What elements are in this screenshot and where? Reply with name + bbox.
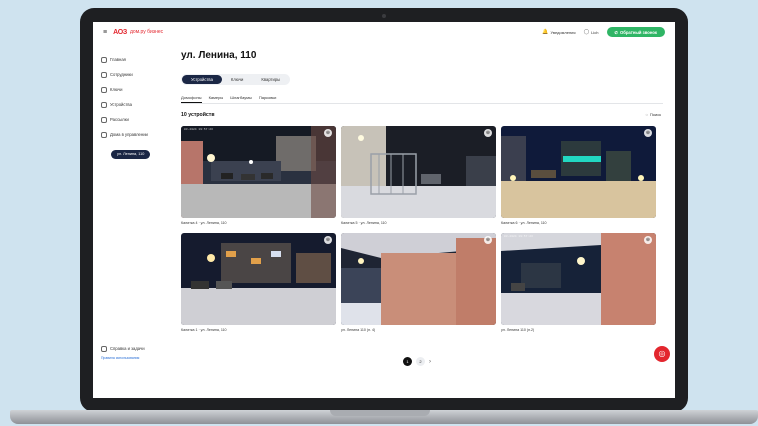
chevron-right-icon[interactable]: ›: [429, 359, 431, 365]
search-label: Поиск: [649, 112, 661, 117]
help-icon: [101, 345, 107, 352]
lock-icon[interactable]: ⊕: [644, 129, 652, 137]
camera-image: [341, 126, 496, 218]
callback-button[interactable]: ✆ Обратный звонок: [606, 27, 665, 37]
sidebar-item-label: Ключи: [110, 87, 123, 92]
search-icon: ◌: [645, 112, 648, 117]
camera-preview[interactable]: ⊕: [181, 233, 336, 325]
page-title: ул. Ленина, 110: [181, 50, 257, 61]
camera-preview[interactable]: 03-2024 19:57:23 ⊕: [501, 233, 656, 325]
user-menu[interactable]: ◯ Lich: [584, 29, 599, 35]
camera-label: ул. Ленина 110 (п. 4): [341, 328, 376, 332]
sidebar-item-label: Главная: [110, 57, 126, 62]
user-label: Lich: [591, 29, 599, 35]
camera-card[interactable]: ⊕ ул. Ленина 110 (п. 4): [341, 233, 496, 332]
tab-barriers[interactable]: Шлагбаумы: [230, 92, 252, 103]
top-bar: ≡ АОЗ дом.ру бизнес 🔔 Уведомления ◯ Lich…: [93, 22, 675, 42]
app-screen: ≡ АОЗ дом.ру бизнес 🔔 Уведомления ◯ Lich…: [93, 22, 675, 398]
camera-image: [341, 233, 496, 325]
sidebar-item-label: Сотрудники: [110, 72, 133, 77]
device-icon: [101, 101, 107, 108]
page-button[interactable]: 2: [416, 357, 425, 366]
pagination: 1 2 ›: [403, 357, 431, 366]
main-content: ул. Ленина, 110 Устройства Ключи Квартир…: [181, 42, 663, 398]
lock-icon[interactable]: ⊕: [484, 236, 492, 244]
camera-image: [501, 233, 656, 325]
support-label: Справка и задачи: [110, 346, 145, 351]
home-icon: [101, 56, 107, 63]
key-icon: [101, 86, 107, 93]
support-chat-button[interactable]: ◎: [654, 346, 670, 362]
callback-label: Обратный звонок: [620, 29, 657, 35]
sidebar-item-employees[interactable]: Сотрудники: [101, 67, 161, 82]
camera-preview[interactable]: ⊕: [501, 126, 656, 218]
camera-card[interactable]: ⊕ Калитка 1 · ул. Ленина, 110: [181, 233, 336, 332]
laptop-frame: ≡ АОЗ дом.ру бизнес 🔔 Уведомления ◯ Lich…: [80, 8, 688, 412]
lock-icon[interactable]: ⊕: [324, 236, 332, 244]
page-button[interactable]: 1: [403, 357, 412, 366]
bell-icon: 🔔: [542, 29, 549, 35]
terms-link[interactable]: Правила использования: [101, 356, 145, 360]
chat-icon: ◎: [658, 349, 666, 358]
camera-card[interactable]: 03-2024 19:57:23 ⊕ ул. Ленина 110 (п.2): [501, 233, 656, 332]
sidebar-item-keys[interactable]: Ключи: [101, 82, 161, 97]
camera-preview[interactable]: ⊕: [341, 126, 496, 218]
segment-keys[interactable]: Ключи: [222, 75, 252, 84]
camera-card[interactable]: ⊕ Калитка 6 · ул. Ленина, 110: [501, 126, 656, 225]
timestamp-overlay: 03-2024 19:57:23: [184, 128, 213, 131]
camera-label: Калитка 5 · ул. Ленина, 110: [341, 221, 387, 225]
camera-preview[interactable]: ⊕: [341, 233, 496, 325]
timestamp-overlay: 03-2024 19:57:23: [504, 235, 533, 238]
sidebar-item-label: Устройства: [110, 102, 132, 107]
camera-preview[interactable]: 03-2024 19:57:23 ⊕: [181, 126, 336, 218]
users-icon: [101, 71, 107, 78]
sidebar-item-buildings[interactable]: Дома в управлении: [101, 127, 161, 142]
camera-label: Калитка 6 · ул. Ленина, 110: [501, 221, 547, 225]
laptop-base: [10, 410, 758, 424]
sidebar-item-devices[interactable]: Устройства: [101, 97, 161, 112]
camera-label: Калитка 1 · ул. Ленина, 110: [181, 328, 227, 332]
device-type-tabs: Домофоны Камеры Шлагбаумы Парковки: [181, 92, 663, 104]
sidebar-item-home[interactable]: Главная: [101, 52, 161, 67]
tab-parking[interactable]: Парковки: [259, 92, 276, 103]
building-icon: [101, 131, 107, 138]
camera-label: ул. Ленина 110 (п.2): [501, 328, 535, 332]
camera-image: [181, 233, 336, 325]
segment-devices[interactable]: Устройства: [182, 75, 222, 84]
device-count: 10 устройств: [181, 112, 215, 118]
laptop-notch: [330, 410, 430, 416]
user-icon: ◯: [583, 29, 590, 35]
segment-control: Устройства Ключи Квартиры: [181, 74, 291, 85]
tab-intercoms[interactable]: Домофоны: [181, 92, 202, 103]
segment-apartments[interactable]: Квартиры: [252, 75, 289, 84]
menu-icon[interactable]: ≡: [103, 29, 107, 36]
sidebar-item-selected-address[interactable]: ул. Ленина, 110: [111, 149, 151, 159]
camera-label: Калитка 4 · ул. Ленина, 110: [181, 221, 227, 225]
lock-icon[interactable]: ⊕: [644, 236, 652, 244]
camera-card[interactable]: ⊕ Калитка 5 · ул. Ленина, 110: [341, 126, 496, 225]
phone-icon: ✆: [614, 29, 619, 35]
camera-image: [181, 126, 336, 218]
support-link[interactable]: Справка и задачи: [101, 344, 145, 353]
top-actions: 🔔 Уведомления ◯ Lich ✆ Обратный звонок: [542, 27, 665, 37]
notifications-link[interactable]: 🔔 Уведомления: [542, 29, 575, 35]
lock-icon[interactable]: ⊕: [324, 129, 332, 137]
logo-text: дом.ру бизнес: [130, 29, 164, 35]
webcam: [382, 14, 386, 18]
search-button[interactable]: ◌ Поиск: [646, 112, 661, 117]
logo-mark[interactable]: АОЗ: [113, 29, 127, 36]
notifications-label: Уведомления: [550, 29, 576, 35]
sidebar: Главная Сотрудники Ключи Устройства Расс…: [93, 42, 161, 398]
mail-icon: [101, 116, 107, 123]
sidebar-footer: Справка и задачи Правила использования: [101, 344, 145, 360]
lock-icon[interactable]: ⊕: [484, 129, 492, 137]
tab-cameras[interactable]: Камеры: [209, 92, 224, 103]
camera-card[interactable]: 03-2024 19:57:23 ⊕ Калитка 4 · ул. Ленин…: [181, 126, 336, 225]
sidebar-item-label: Дома в управлении: [110, 132, 148, 137]
sidebar-item-label: Рассылки: [110, 117, 129, 122]
sidebar-item-mailings[interactable]: Рассылки: [101, 112, 161, 127]
camera-image: [501, 126, 656, 218]
